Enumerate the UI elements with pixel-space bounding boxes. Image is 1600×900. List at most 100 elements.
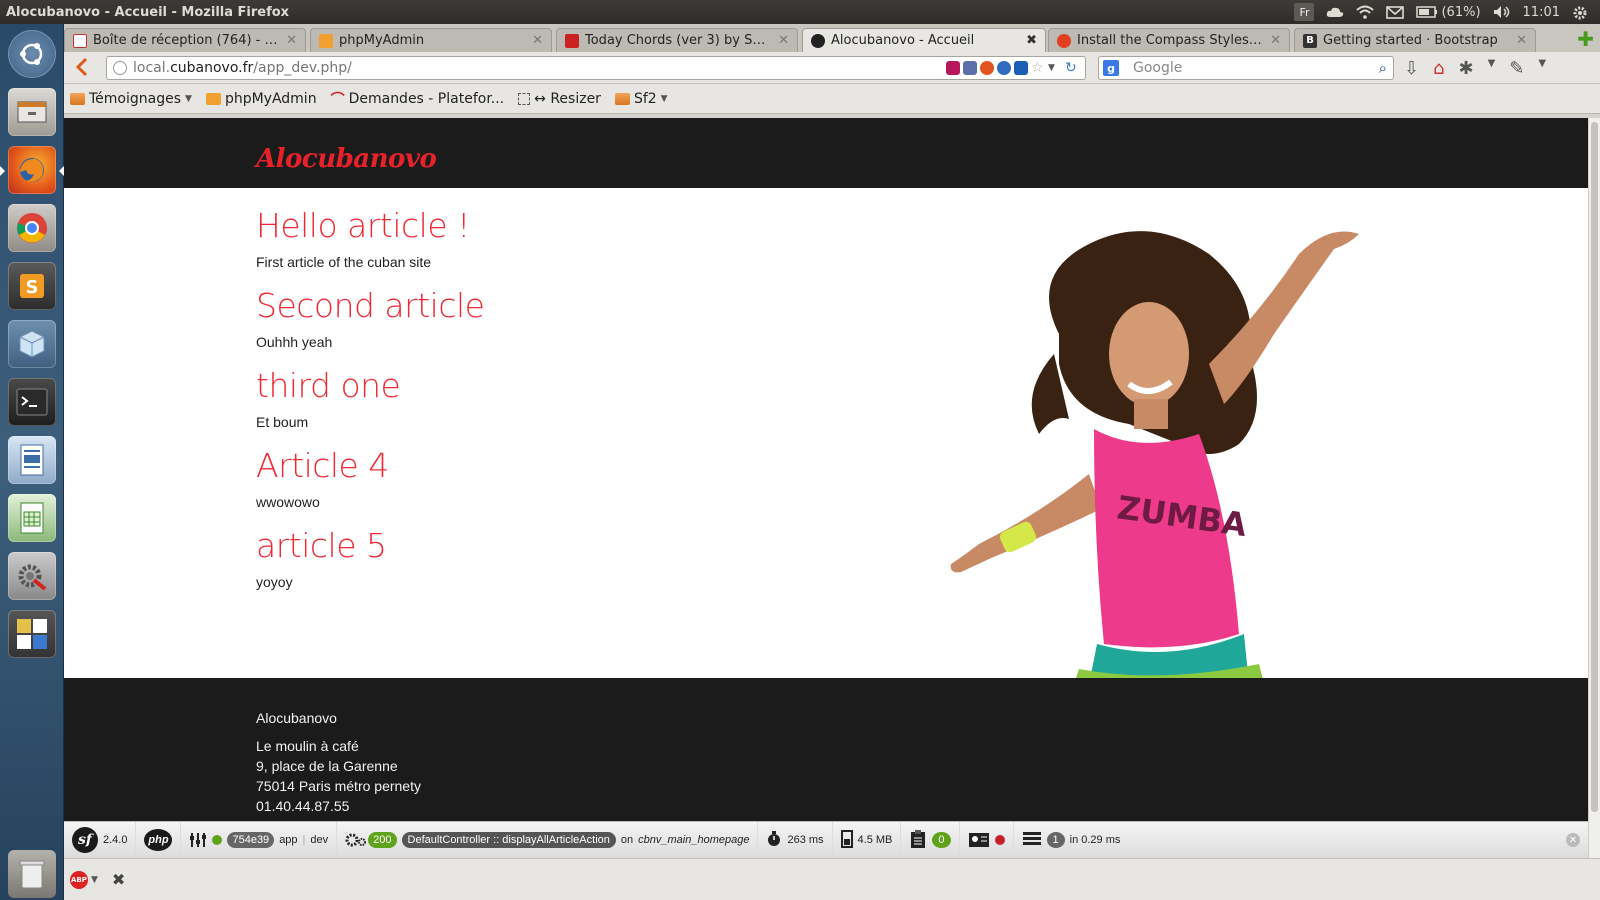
feather-icon[interactable]: [946, 61, 960, 75]
keyboard-layout-indicator[interactable]: Fr: [1294, 3, 1315, 21]
bookmark-sf2[interactable]: Sf2 ▼: [614, 91, 668, 107]
reload-icon[interactable]: ↻: [1065, 61, 1079, 75]
sf-version-block[interactable]: sf 2.4.0: [64, 821, 137, 858]
tab-phpmyadmin[interactable]: phpMyAdmin ✕: [310, 28, 552, 52]
sf-security-block[interactable]: [960, 821, 1014, 858]
chevron-down-icon[interactable]: ▼: [1048, 61, 1062, 75]
status-dot: [212, 835, 223, 845]
close-icon[interactable]: ✕: [778, 33, 789, 48]
close-icon[interactable]: ✕: [532, 33, 543, 48]
close-icon[interactable]: ✕: [1270, 33, 1281, 48]
page-viewport: Alocubanovo Hello article ! First articl…: [64, 118, 1588, 858]
site-footer: Alocubanovo Le moulin à café 9, place de…: [64, 678, 1588, 828]
back-button[interactable]: [72, 56, 96, 80]
php-logo-icon: php: [144, 829, 173, 851]
article: Second article Ouhhh yeah: [256, 284, 856, 350]
sublime-text-icon[interactable]: S: [8, 262, 56, 310]
tab-gmail[interactable]: Boîte de réception (764) - m... ✕: [64, 28, 306, 52]
mail-icon[interactable]: [1386, 5, 1405, 19]
sf-php-block[interactable]: php: [136, 821, 182, 858]
trash-icon[interactable]: [8, 850, 56, 898]
firefox-icon[interactable]: [8, 146, 56, 194]
addon-bar: ABP ▼ ✖: [64, 858, 1600, 900]
file-manager-icon[interactable]: [8, 88, 56, 136]
folder-icon: [70, 92, 85, 105]
article: third one Et boum: [256, 364, 856, 430]
sf-db-block[interactable]: 1 in 0.29 ms: [1014, 822, 1129, 859]
wifi-icon[interactable]: [1356, 5, 1375, 19]
bookmark-temoignages[interactable]: Témoignages ▼: [70, 91, 192, 107]
indicators: Fr (61%) 11:01: [1294, 3, 1600, 21]
search-placeholder: Google: [1133, 60, 1183, 76]
star-icon[interactable]: ☆: [1031, 61, 1045, 75]
sf-memory-block[interactable]: 4.5 MB: [833, 821, 902, 858]
bookmark-phpmyadmin[interactable]: phpMyAdmin: [205, 91, 317, 107]
url-bar[interactable]: local. cubanovo.fr/app_dev.php/ ☆ ▼ ↻: [106, 56, 1086, 80]
sf-route: cbnv_main_homepage: [638, 834, 750, 846]
ubuntu-icon[interactable]: [980, 61, 994, 75]
tab-alocubanovo[interactable]: Alocubanovo - Accueil ✖: [802, 28, 1046, 52]
tab-label: Boîte de réception (764) - m...: [93, 33, 281, 48]
clock[interactable]: 11:01: [1523, 5, 1560, 20]
bookmark-label: Demandes - Platefor...: [348, 90, 505, 107]
dotted-box-icon: [518, 92, 531, 105]
chevron-down-icon: ▼: [185, 93, 192, 104]
article-title: Second article: [256, 286, 485, 325]
php-icon[interactable]: [963, 61, 977, 75]
article-body: wwowowo: [256, 494, 320, 510]
sf-time-block[interactable]: 263 ms: [758, 821, 833, 858]
sf-request-block[interactable]: 200 DefaultController :: displayAllArtic…: [337, 821, 759, 858]
firebug-icon[interactable]: ✱: [1459, 58, 1474, 79]
svg-text:S: S: [26, 277, 39, 298]
bookmark-demandes[interactable]: ⌒ Demandes - Platefor...: [331, 89, 505, 109]
web-developer-icon[interactable]: ✎: [1509, 58, 1524, 79]
tab-compass[interactable]: Install the Compass Stylesh... ✕: [1048, 28, 1290, 52]
article: article 5 yoyoy: [256, 524, 856, 590]
menu-chevron-icon[interactable]: ▼: [1538, 58, 1546, 79]
footer-name: Alocubanovo: [256, 710, 337, 726]
volume-icon[interactable]: [1493, 5, 1511, 19]
site-header: Alocubanovo: [64, 118, 1588, 188]
adblock-button[interactable]: ABP ▼: [70, 870, 98, 889]
moon-icon[interactable]: [997, 61, 1011, 75]
writer-icon[interactable]: [8, 436, 56, 484]
chevron-down-icon[interactable]: ▼: [1488, 58, 1496, 79]
cloud-icon[interactable]: [1326, 5, 1344, 19]
home-icon[interactable]: ⌂: [1433, 58, 1444, 79]
close-icon[interactable]: ✖: [1026, 33, 1037, 48]
virtualbox-icon[interactable]: [8, 320, 56, 368]
close-icon[interactable]: ✕: [1566, 833, 1580, 847]
download-icon[interactable]: ⇩: [1404, 58, 1419, 79]
site-brand[interactable]: Alocubanovo: [256, 144, 437, 174]
bookmark-resizer[interactable]: ↔ Resizer: [518, 91, 601, 107]
sf-logs-block[interactable]: 0: [901, 821, 960, 858]
separator: |: [302, 834, 306, 846]
search-icon[interactable]: ⌕: [1379, 59, 1387, 77]
system-settings-icon[interactable]: [8, 552, 56, 600]
workspace-switcher-icon[interactable]: [8, 610, 56, 658]
sf-time: 263 ms: [787, 834, 824, 846]
sf-query-time: in 0.29 ms: [1069, 834, 1121, 846]
calc-icon[interactable]: [8, 494, 56, 542]
chrome-icon[interactable]: [8, 204, 56, 252]
gear-icon[interactable]: [1572, 5, 1590, 20]
bootstrap-addon-icon[interactable]: [1014, 61, 1028, 75]
new-tab-button[interactable]: ✚: [1577, 29, 1594, 49]
sf-config-block[interactable]: 754e39 app | dev: [181, 821, 338, 858]
close-icon[interactable]: ✕: [1516, 33, 1527, 48]
tab-bootstrap[interactable]: B Getting started · Bootstrap ✕: [1294, 28, 1536, 52]
scrollbar-thumb[interactable]: [1591, 122, 1598, 812]
close-icon[interactable]: ✕: [286, 33, 297, 48]
terminal-icon[interactable]: [8, 378, 56, 426]
chevron-down-icon: ▼: [660, 93, 668, 104]
dash-home-icon[interactable]: [8, 30, 56, 78]
page-scrollbar[interactable]: [1588, 118, 1600, 858]
close-addon-bar-icon[interactable]: ✖: [112, 870, 125, 889]
footer-line: 9, place de la Garenne: [256, 758, 398, 774]
tab-chords[interactable]: Today Chords (ver 3) by Sm... ✕: [556, 28, 798, 52]
google-icon[interactable]: g: [1103, 60, 1119, 76]
battery-indicator[interactable]: (61%): [1416, 5, 1481, 20]
sf-route-prefix: on: [620, 834, 634, 846]
site-identity-icon[interactable]: [113, 61, 127, 75]
search-bar[interactable]: g Google ⌕: [1098, 56, 1394, 80]
